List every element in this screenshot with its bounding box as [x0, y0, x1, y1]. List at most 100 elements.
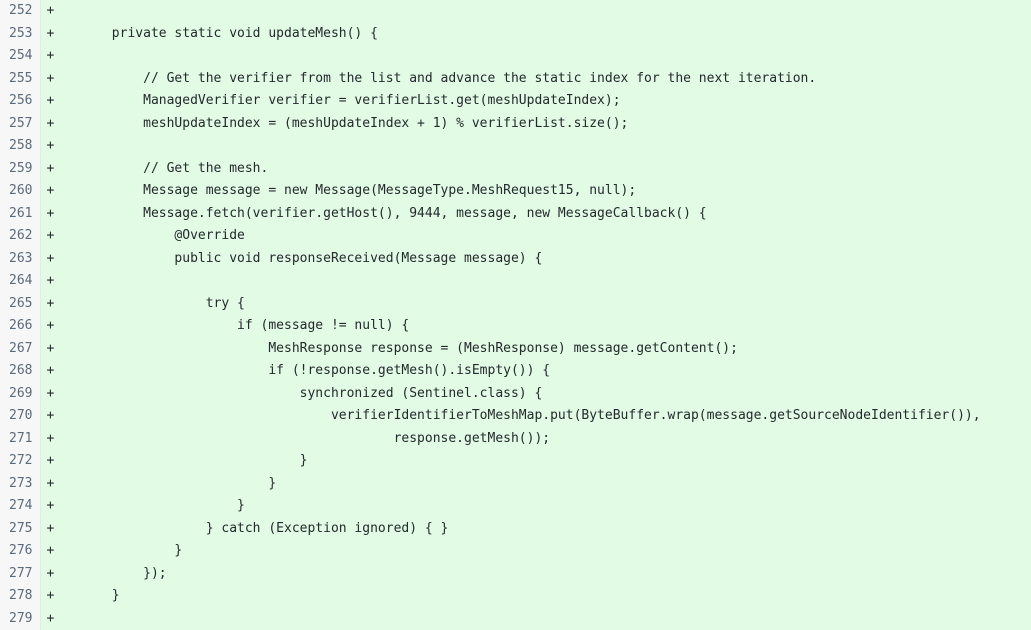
code-line[interactable]: + response.getMesh());: [40, 428, 1031, 451]
code-text: }: [81, 453, 308, 468]
line-number[interactable]: 276: [0, 540, 40, 563]
code-text: if (!response.getMesh().isEmpty()) {: [81, 363, 551, 378]
diff-row[interactable]: 272+ }: [0, 450, 1031, 473]
diff-row[interactable]: 255+ // Get the verifier from the list a…: [0, 68, 1031, 91]
code-line[interactable]: +: [40, 270, 1031, 293]
line-number[interactable]: 272: [0, 450, 40, 473]
code-line[interactable]: + } catch (Exception ignored) { }: [40, 518, 1031, 541]
line-number[interactable]: 268: [0, 360, 40, 383]
added-line-marker: +: [47, 405, 81, 428]
line-number[interactable]: 266: [0, 315, 40, 338]
diff-row[interactable]: 279+: [0, 608, 1031, 630]
line-number[interactable]: 264: [0, 270, 40, 293]
line-number[interactable]: 259: [0, 158, 40, 181]
line-number[interactable]: 279: [0, 608, 40, 630]
line-number[interactable]: 275: [0, 518, 40, 541]
diff-row[interactable]: 259+ // Get the mesh.: [0, 158, 1031, 181]
code-line[interactable]: + if (message != null) {: [40, 315, 1031, 338]
code-text: private static void updateMesh() {: [81, 26, 378, 41]
diff-row[interactable]: 253+ private static void updateMesh() {: [0, 23, 1031, 46]
diff-row[interactable]: 262+ @Override: [0, 225, 1031, 248]
code-text: // Get the verifier from the list and ad…: [81, 71, 817, 86]
code-line[interactable]: + synchronized (Sentinel.class) {: [40, 383, 1031, 406]
code-line[interactable]: + });: [40, 563, 1031, 586]
diff-row[interactable]: 270+ verifierIdentifierToMeshMap.put(Byt…: [0, 405, 1031, 428]
line-number[interactable]: 252: [0, 0, 40, 23]
line-number[interactable]: 263: [0, 248, 40, 271]
line-number[interactable]: 256: [0, 90, 40, 113]
line-number[interactable]: 271: [0, 428, 40, 451]
code-line[interactable]: + if (!response.getMesh().isEmpty()) {: [40, 360, 1031, 383]
line-number[interactable]: 270: [0, 405, 40, 428]
diff-row[interactable]: 276+ }: [0, 540, 1031, 563]
code-line[interactable]: +: [40, 45, 1031, 68]
code-line[interactable]: + verifierIdentifierToMeshMap.put(ByteBu…: [40, 405, 1031, 428]
line-number[interactable]: 261: [0, 203, 40, 226]
diff-row[interactable]: 274+ }: [0, 495, 1031, 518]
added-line-marker: +: [47, 23, 81, 46]
diff-row[interactable]: 278+ }: [0, 585, 1031, 608]
diff-row[interactable]: 267+ MeshResponse response = (MeshRespon…: [0, 338, 1031, 361]
diff-row[interactable]: 275+ } catch (Exception ignored) { }: [0, 518, 1031, 541]
line-number[interactable]: 262: [0, 225, 40, 248]
diff-row[interactable]: 254+: [0, 45, 1031, 68]
line-number[interactable]: 260: [0, 180, 40, 203]
line-number[interactable]: 253: [0, 23, 40, 46]
line-number[interactable]: 258: [0, 135, 40, 158]
diff-body: 252+253+ private static void updateMesh(…: [0, 0, 1031, 630]
code-line[interactable]: +: [40, 135, 1031, 158]
code-line[interactable]: + ManagedVerifier verifier = verifierLis…: [40, 90, 1031, 113]
code-line[interactable]: + public void responseReceived(Message m…: [40, 248, 1031, 271]
diff-row[interactable]: 271+ response.getMesh());: [0, 428, 1031, 451]
line-number[interactable]: 255: [0, 68, 40, 91]
code-text: synchronized (Sentinel.class) {: [81, 386, 543, 401]
code-line[interactable]: + meshUpdateIndex = (meshUpdateIndex + 1…: [40, 113, 1031, 136]
diff-row[interactable]: 263+ public void responseReceived(Messag…: [0, 248, 1031, 271]
code-line[interactable]: + Message.fetch(verifier.getHost(), 9444…: [40, 203, 1031, 226]
diff-row[interactable]: 273+ }: [0, 473, 1031, 496]
line-number[interactable]: 267: [0, 338, 40, 361]
diff-row[interactable]: 264+: [0, 270, 1031, 293]
code-line[interactable]: + }: [40, 540, 1031, 563]
diff-row[interactable]: 260+ Message message = new Message(Messa…: [0, 180, 1031, 203]
diff-row[interactable]: 277+ });: [0, 563, 1031, 586]
line-number[interactable]: 257: [0, 113, 40, 136]
code-line[interactable]: +: [40, 0, 1031, 23]
diff-row[interactable]: 256+ ManagedVerifier verifier = verifier…: [0, 90, 1031, 113]
code-text: public void responseReceived(Message mes…: [81, 251, 543, 266]
added-line-marker: +: [47, 158, 81, 181]
diff-row[interactable]: 268+ if (!response.getMesh().isEmpty()) …: [0, 360, 1031, 383]
diff-row[interactable]: 266+ if (message != null) {: [0, 315, 1031, 338]
code-line[interactable]: + MeshResponse response = (MeshResponse)…: [40, 338, 1031, 361]
diff-row[interactable]: 265+ try {: [0, 293, 1031, 316]
code-line[interactable]: + private static void updateMesh() {: [40, 23, 1031, 46]
added-line-marker: +: [47, 518, 81, 541]
code-line[interactable]: + @Override: [40, 225, 1031, 248]
diff-row[interactable]: 258+: [0, 135, 1031, 158]
code-line[interactable]: + }: [40, 585, 1031, 608]
diff-row[interactable]: 252+: [0, 0, 1031, 23]
diff-row[interactable]: 269+ synchronized (Sentinel.class) {: [0, 383, 1031, 406]
line-number[interactable]: 273: [0, 473, 40, 496]
line-number[interactable]: 274: [0, 495, 40, 518]
diff-row[interactable]: 257+ meshUpdateIndex = (meshUpdateIndex …: [0, 113, 1031, 136]
line-number[interactable]: 254: [0, 45, 40, 68]
code-line[interactable]: +: [40, 608, 1031, 630]
added-line-marker: +: [47, 248, 81, 271]
code-line[interactable]: + Message message = new Message(MessageT…: [40, 180, 1031, 203]
diff-row[interactable]: 261+ Message.fetch(verifier.getHost(), 9…: [0, 203, 1031, 226]
line-number[interactable]: 278: [0, 585, 40, 608]
code-line[interactable]: + // Get the verifier from the list and …: [40, 68, 1031, 91]
line-number[interactable]: 265: [0, 293, 40, 316]
line-number[interactable]: 277: [0, 563, 40, 586]
code-line[interactable]: + }: [40, 450, 1031, 473]
line-number[interactable]: 269: [0, 383, 40, 406]
added-line-marker: +: [47, 450, 81, 473]
code-line[interactable]: + try {: [40, 293, 1031, 316]
code-line[interactable]: + // Get the mesh.: [40, 158, 1031, 181]
code-text: try {: [81, 296, 245, 311]
code-text: }: [81, 498, 245, 513]
code-line[interactable]: + }: [40, 495, 1031, 518]
code-text: response.getMesh());: [81, 431, 551, 446]
code-line[interactable]: + }: [40, 473, 1031, 496]
